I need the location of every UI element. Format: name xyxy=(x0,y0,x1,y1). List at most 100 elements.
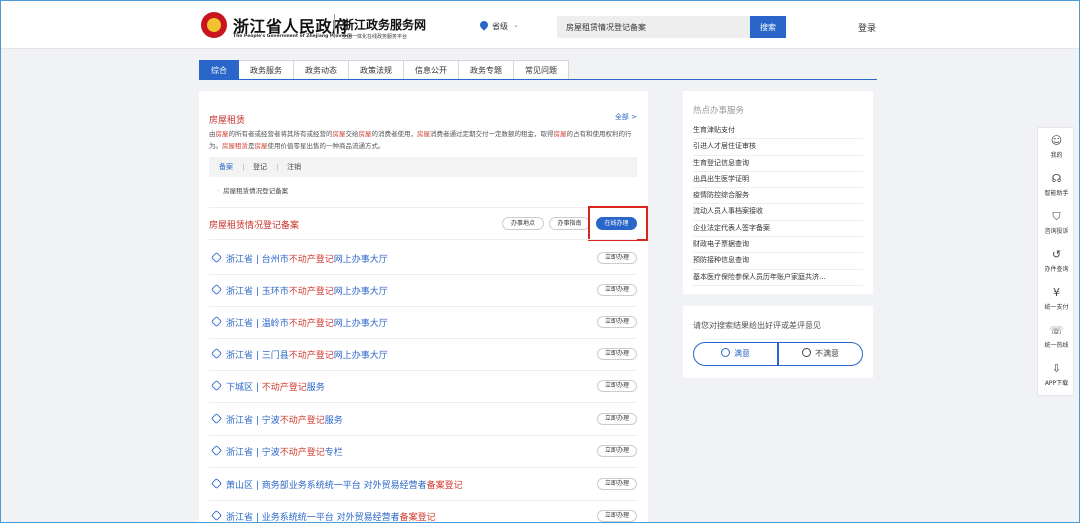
result-link[interactable]: 浙江省 | 业务系统统一平台 对外贸易经营者备案登记 xyxy=(226,510,436,523)
cube-icon xyxy=(211,413,222,424)
search-button[interactable]: 搜索 xyxy=(750,16,786,38)
service-guide-button[interactable]: 办事指南 xyxy=(549,217,590,230)
result-row[interactable]: 下城区 | 不动产登记服务 立即办理 xyxy=(209,371,637,403)
topic-title[interactable]: 房屋租赁 xyxy=(209,113,245,126)
hot-service-item[interactable]: 财政电子票据查询 xyxy=(693,237,863,254)
download-icon: ⇩ xyxy=(1051,362,1062,375)
hot-service-item[interactable]: 企业法定代表人签字备案 xyxy=(693,221,863,238)
history-icon: ↺ xyxy=(1051,248,1062,261)
tab-gov-news[interactable]: 政务动态 xyxy=(294,60,349,80)
topic-description: 由房屋的所有者或经营者将其所有或经营的房屋交给房屋的消费者使用，房屋消费者通过定… xyxy=(209,130,632,150)
apply-now-button[interactable]: 立即办理 xyxy=(597,348,637,360)
category-tabs: 综合 政务服务 政务动态 政策法规 信息公开 政务专题 常见问题 xyxy=(199,60,569,80)
frown-icon xyxy=(802,348,811,357)
dock-hotline[interactable]: ☏ 统一热线 xyxy=(1038,320,1075,358)
satisfied-button[interactable]: 满意 xyxy=(693,342,778,366)
apply-now-button[interactable]: 立即办理 xyxy=(597,380,637,392)
dock-assistant[interactable]: ☊ 智能助手 xyxy=(1038,168,1075,206)
result-row[interactable]: 浙江省 | 三门县不动产登记网上办事大厅 立即办理 xyxy=(209,339,637,371)
tab-gov-services[interactable]: 政务服务 xyxy=(239,60,294,80)
result-row[interactable]: 浙江省 | 宁波不动产登记专栏 立即办理 xyxy=(209,436,637,468)
hot-service-item[interactable]: 疫情防控综合服务 xyxy=(693,188,863,205)
result-link[interactable]: 浙江省 | 台州市不动产登记网上办事大厅 xyxy=(226,252,388,265)
login-link[interactable]: 登录 xyxy=(858,21,876,34)
service-name[interactable]: 浙江政务服务网 xyxy=(342,16,426,33)
search-input[interactable] xyxy=(557,16,750,38)
dock-my[interactable]: ☺ 我的 xyxy=(1038,130,1075,168)
logo-divider xyxy=(334,14,335,38)
shield-icon: ⛉ xyxy=(1052,210,1061,223)
dock-payment[interactable]: ¥ 统一支付 xyxy=(1038,282,1075,320)
apply-now-button[interactable]: 立即办理 xyxy=(597,510,637,522)
result-link[interactable]: 萧山区 | 商务部业务系统统一平台 对外贸易经营者备案登记 xyxy=(226,478,463,491)
result-link[interactable]: 下城区 | 不动产登记服务 xyxy=(226,380,325,393)
result-row[interactable]: 浙江省 | 玉环市不动产登记网上办事大厅 立即办理 xyxy=(209,275,637,307)
dock-case-query[interactable]: ↺ 办件查询 xyxy=(1038,244,1075,282)
online-apply-highlight xyxy=(588,206,648,241)
apply-now-button[interactable]: 立即办理 xyxy=(597,413,637,425)
cube-icon xyxy=(211,284,222,295)
hot-services-title: 热点办事服务 xyxy=(693,106,745,116)
tab-comprehensive[interactable]: 综合 xyxy=(199,60,239,80)
apply-now-button[interactable]: 立即办理 xyxy=(597,284,637,296)
cube-icon xyxy=(211,510,222,521)
result-row[interactable]: 浙江省 | 业务系统统一平台 对外贸易经营者备案登记 立即办理 xyxy=(209,501,637,523)
unsatisfied-button[interactable]: 不满意 xyxy=(778,342,863,366)
side-dock: ☺ 我的 ☊ 智能助手 ⛉ 咨询投诉 ↺ 办件查询 ¥ 统一支付 ☏ 统一热线 … xyxy=(1037,127,1074,396)
service-subtitle: 全国一体化在线政务服务平台 xyxy=(342,34,408,40)
smile-icon xyxy=(721,348,730,357)
unsatisfied-label: 不满意 xyxy=(815,349,839,358)
phone-icon: ☏ xyxy=(1049,324,1064,337)
site-header: 浙江省人民政府 The People's Government of Zheji… xyxy=(1,1,1079,49)
cube-icon xyxy=(211,445,222,456)
result-row[interactable]: 萧山区 | 商务部业务系统统一平台 对外贸易经营者备案登记 立即办理 xyxy=(209,469,637,501)
hot-service-item[interactable]: 基本医疗保险参保人员历年账户家庭共济... xyxy=(693,270,863,286)
result-link[interactable]: 浙江省 | 玉环市不动产登记网上办事大厅 xyxy=(226,284,388,297)
apply-now-button[interactable]: 立即办理 xyxy=(597,252,637,264)
subtab-registration[interactable]: 登记 xyxy=(243,162,277,172)
result-link[interactable]: 浙江省 | 温岭市不动产登记网上办事大厅 xyxy=(226,316,388,329)
hot-service-item[interactable]: 出具出生医学证明 xyxy=(693,172,863,189)
cube-icon xyxy=(211,348,222,359)
hot-services-list: 生育津贴支付 引进人才居住证审核 生育登记信息查询 出具出生医学证明 疫情防控综… xyxy=(693,123,863,286)
location-pin-icon[interactable] xyxy=(478,19,490,31)
result-link[interactable]: 浙江省 | 宁波不动产登记专栏 xyxy=(226,445,343,458)
result-row[interactable]: 浙江省 | 台州市不动产登记网上办事大厅 立即办理 xyxy=(209,243,637,275)
subtab-cancellation[interactable]: 注销 xyxy=(277,162,311,172)
tab-public-info[interactable]: 信息公开 xyxy=(404,60,459,80)
filing-sub-item[interactable]: 房屋租赁情况登记备案 xyxy=(217,185,288,195)
result-row[interactable]: 浙江省 | 宁波不动产登记服务 立即办理 xyxy=(209,404,637,436)
view-all-link[interactable]: 全部 > xyxy=(615,112,637,122)
tab-special-topics[interactable]: 政务专题 xyxy=(459,60,514,80)
result-row[interactable]: 浙江省 | 温岭市不动产登记网上办事大厅 立即办理 xyxy=(209,307,637,339)
cube-icon xyxy=(211,252,222,263)
hot-service-item[interactable]: 引进人才居住证审核 xyxy=(693,139,863,156)
tabs-underline xyxy=(199,79,877,80)
apply-now-button[interactable]: 立即办理 xyxy=(597,478,637,490)
record-title[interactable]: 房屋租赁情况登记备案 xyxy=(209,218,299,231)
feedback-question: 请您对搜索结果给出好评或差评意见 xyxy=(693,321,821,330)
subtab-filing[interactable]: 备案 xyxy=(209,162,243,172)
dock-app-download[interactable]: ⇩ APP下载 xyxy=(1038,358,1075,396)
cube-icon xyxy=(211,316,222,327)
apply-now-button[interactable]: 立即办理 xyxy=(597,445,637,457)
national-emblem-icon[interactable] xyxy=(201,12,227,38)
dock-consult[interactable]: ⛉ 咨询投诉 xyxy=(1038,206,1075,244)
chevron-down-icon[interactable]: ⌄ xyxy=(513,21,519,29)
hot-services-panel: 热点办事服务 生育津贴支付 引进人才居住证审核 生育登记信息查询 出具出生医学证… xyxy=(683,91,873,294)
apply-now-button[interactable]: 立即办理 xyxy=(597,316,637,328)
hot-service-item[interactable]: 流动人员人事档案接收 xyxy=(693,204,863,221)
search-results-panel: 房屋租赁 全部 > 由房屋的所有者或经营者将其所有或经营的房屋交给房屋的消费者使… xyxy=(199,91,648,523)
user-icon: ☺ xyxy=(1050,134,1063,147)
headset-icon: ☊ xyxy=(1051,172,1062,185)
tab-faq[interactable]: 常见问题 xyxy=(514,60,569,80)
tab-policies[interactable]: 政策法规 xyxy=(349,60,404,80)
hot-service-item[interactable]: 生育登记信息查询 xyxy=(693,156,863,172)
result-link[interactable]: 浙江省 | 三门县不动产登记网上办事大厅 xyxy=(226,348,388,361)
hot-service-item[interactable]: 预防接种信息查询 xyxy=(693,253,863,270)
office-location-button[interactable]: 办事地点 xyxy=(502,217,544,230)
result-link[interactable]: 浙江省 | 宁波不动产登记服务 xyxy=(226,413,343,426)
hot-service-item[interactable]: 生育津贴支付 xyxy=(693,123,863,140)
location-select[interactable]: 省级 xyxy=(492,21,508,32)
feedback-panel: 请您对搜索结果给出好评或差评意见 满意 不满意 xyxy=(683,306,873,378)
